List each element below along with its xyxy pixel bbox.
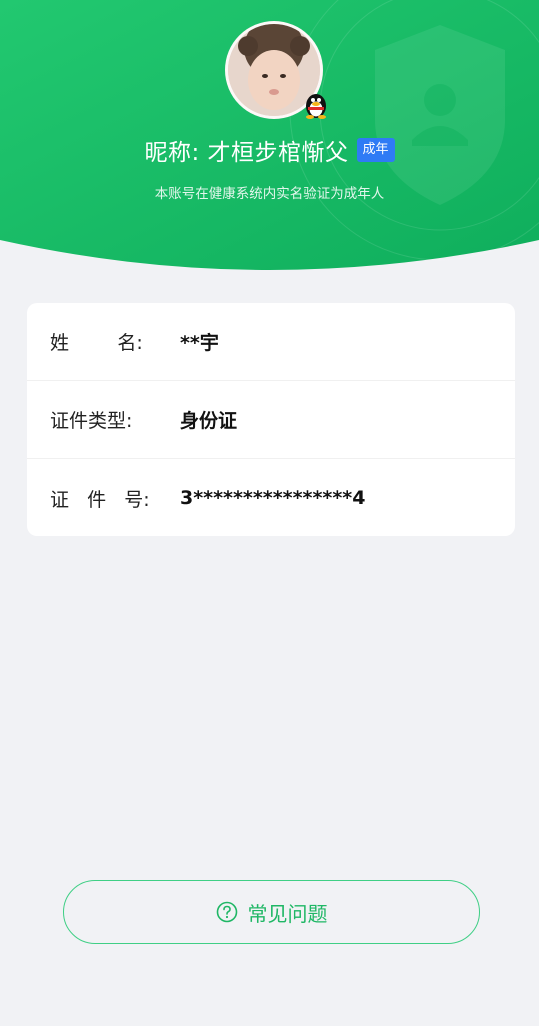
verification-subtitle: 本账号在健康系统内实名验证为成年人	[154, 186, 385, 202]
info-row-name: 姓 名: **宇	[27, 303, 515, 381]
info-row-id-type: 证件类型: 身份证	[27, 381, 515, 459]
id-number-label: 证 件 号:	[50, 488, 150, 511]
nickname-text: 昵称: 才桓步棺惭父	[144, 140, 349, 166]
avatar-container[interactable]	[225, 21, 326, 119]
id-number-value: 3****************4	[180, 487, 366, 509]
nickname-row: 昵称: 才桓步棺惭父 成年	[0, 133, 539, 167]
question-circle-icon	[216, 901, 237, 923]
adult-badge: 成年	[356, 138, 395, 162]
info-row-id-number: 证 件 号: 3****************4	[27, 459, 515, 536]
identity-info-card: 姓 名: **宇 证件类型: 身份证 证 件 号: 3*************…	[27, 303, 515, 536]
name-value: **宇	[180, 332, 219, 354]
faq-button[interactable]: 常见问题	[63, 880, 480, 944]
id-type-value: 身份证	[180, 410, 238, 432]
name-label: 姓 名:	[50, 332, 143, 354]
qq-penguin-icon	[306, 94, 326, 119]
faq-label: 常见问题	[247, 901, 328, 926]
id-type-label: 证件类型:	[50, 410, 133, 432]
